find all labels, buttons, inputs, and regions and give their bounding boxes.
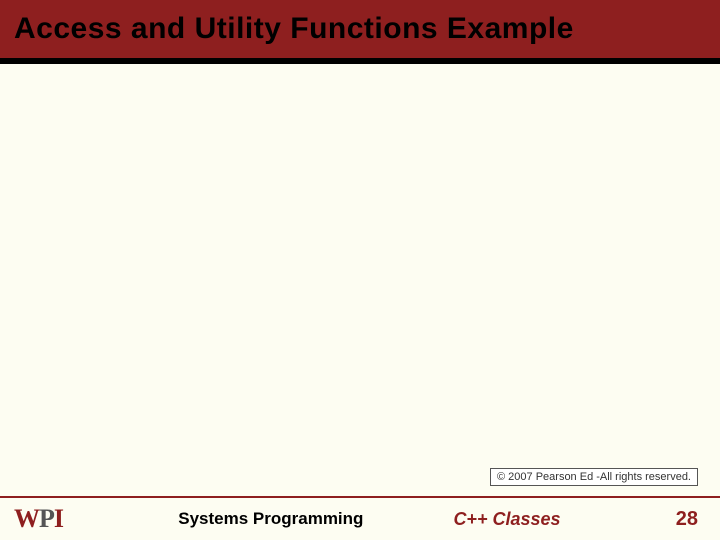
footer-center: Systems Programming C++ Classes (63, 509, 676, 530)
slide-footer: WPI Systems Programming C++ Classes 28 (0, 496, 720, 540)
logo-letter-w: W (14, 504, 39, 534)
logo-letter-p: P (39, 504, 54, 534)
logo-letter-i: I (54, 504, 63, 534)
wpi-logo: WPI (14, 504, 63, 534)
footer-course: Systems Programming (178, 509, 363, 529)
footer-topic: C++ Classes (453, 509, 560, 530)
title-bar: Access and Utility Functions Example (0, 0, 720, 64)
slide-title: Access and Utility Functions Example (14, 12, 574, 46)
copyright-notice: © 2007 Pearson Ed -All rights reserved. (490, 468, 698, 486)
page-number: 28 (676, 508, 698, 531)
slide-body (0, 64, 720, 480)
